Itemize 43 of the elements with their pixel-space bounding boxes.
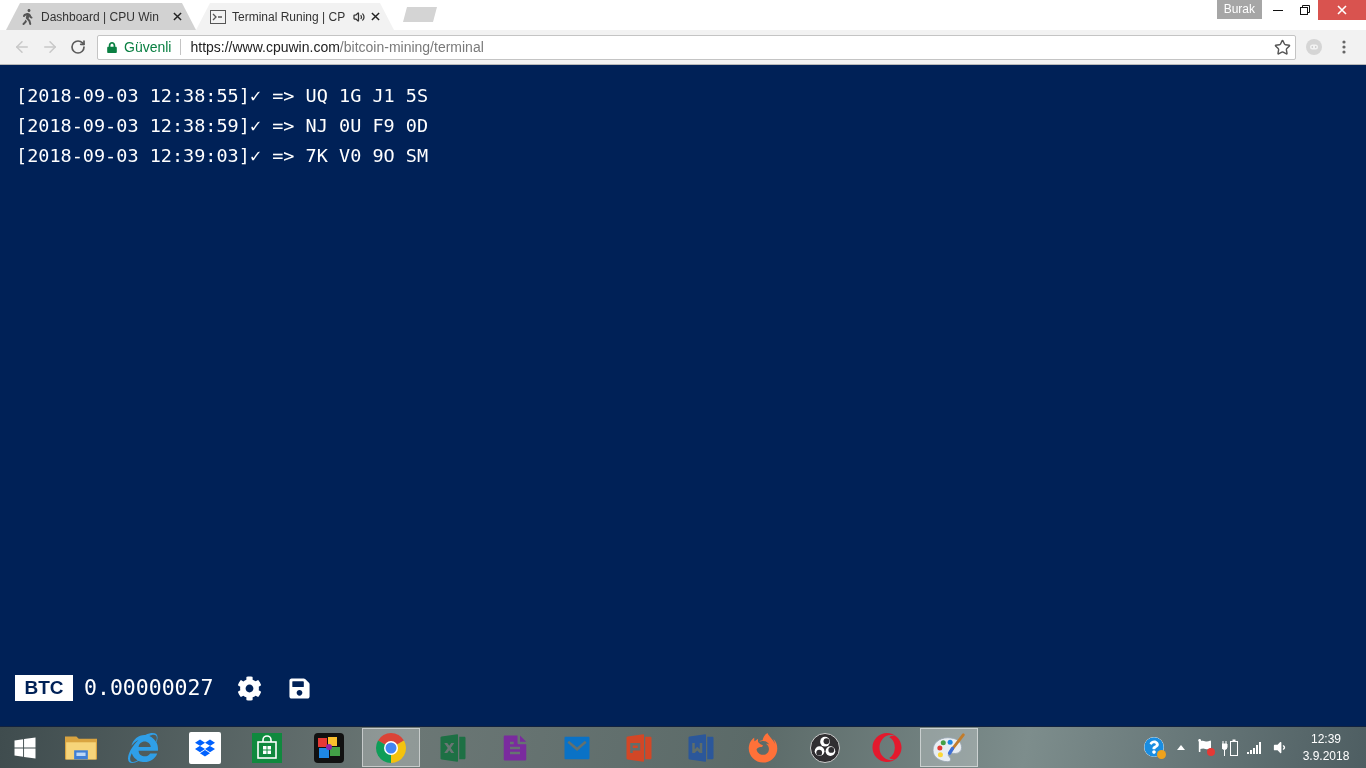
obs-icon[interactable] (810, 732, 840, 763)
flag-icon[interactable] (1197, 739, 1215, 756)
paint-palette-icon[interactable] (933, 732, 965, 763)
reload-icon (70, 39, 86, 55)
extension-icon (1306, 39, 1322, 55)
terminal-icon (210, 9, 226, 24)
puzzle-icon[interactable] (314, 732, 344, 763)
settings-icon[interactable] (237, 675, 263, 701)
battery-plug-icon[interactable] (1222, 739, 1238, 756)
clock-time[interactable]: 12:39 (1311, 730, 1341, 748)
address-bar[interactable]: Güvenli https://www.cpuwin.com/bitcoin-mining/terminal (97, 34, 1296, 60)
help-icon[interactable] (1144, 736, 1166, 759)
forward-arrow-icon (41, 38, 59, 56)
tab-close-icon[interactable] (371, 12, 380, 21)
signal-bars-icon[interactable] (1247, 741, 1262, 754)
caret-up-icon[interactable] (1177, 745, 1185, 750)
balance-value: 0.00000027 (84, 675, 214, 701)
walking-person-icon (20, 8, 35, 25)
store-bag-icon[interactable] (252, 732, 282, 763)
restore-icon (1300, 5, 1310, 15)
internet-explorer-icon[interactable] (128, 732, 158, 763)
tab-close-icon[interactable] (173, 12, 182, 21)
terminal-line: [2018-09-03 12:38:55]✓ => UQ 1G J1 5S (16, 84, 429, 108)
windows-logo-icon (13, 735, 37, 760)
speaker-icon[interactable] (1272, 740, 1287, 755)
clock-date[interactable]: 3.9.2018 (1302, 747, 1350, 765)
bookmark-star-icon[interactable] (1274, 38, 1291, 56)
firefox-icon[interactable] (748, 732, 778, 763)
close-icon (1337, 5, 1347, 15)
save-icon[interactable] (288, 676, 312, 700)
dropbox-icon[interactable] (189, 731, 221, 764)
terminal-line: [2018-09-03 12:38:59]✓ => NJ 0U F9 0D (16, 114, 429, 138)
security-label: Güvenli (124, 37, 172, 57)
minimize-icon (1273, 9, 1283, 11)
terminal-line: [2018-09-03 12:39:03]✓ => 7K V0 9O SM (16, 144, 429, 168)
chrome-icon[interactable] (376, 732, 406, 763)
folder-icon[interactable] (65, 735, 97, 760)
browser-tab[interactable]: Terminal Runing | CP (196, 3, 394, 30)
browser-tab[interactable]: Dashboard | CPU Win (6, 3, 196, 30)
url-text: https://www.cpuwin.com/bitcoin-mining/terminal (190, 37, 484, 57)
currency-label: BTC (15, 675, 73, 701)
lock-icon (107, 41, 117, 53)
menu-icon (1342, 40, 1346, 54)
